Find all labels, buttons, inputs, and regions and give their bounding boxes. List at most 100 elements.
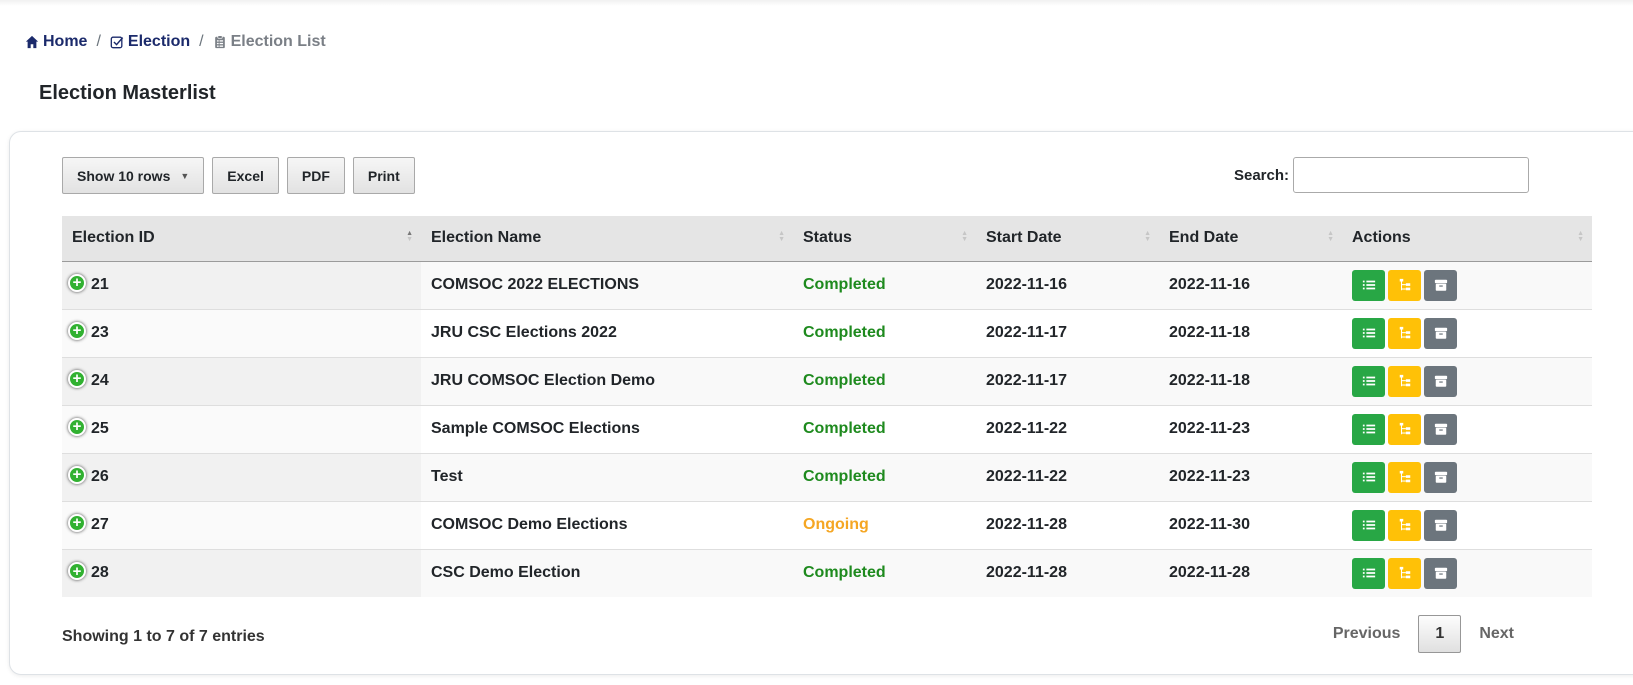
cell-status: Completed [793,356,976,405]
column-header-start-date[interactable]: Start Date ▲ ▼ [976,216,1159,262]
cell-election-id: +27 [62,500,421,549]
view-list-button[interactable] [1352,365,1385,397]
action-buttons [1352,365,1582,397]
archive-button[interactable] [1424,317,1457,349]
cell-election-id: +26 [62,452,421,501]
cell-end-date: 2022-11-30 [1159,500,1342,549]
view-list-button[interactable] [1352,413,1385,445]
archive-icon [1434,470,1448,484]
home-icon [25,35,39,49]
archive-button[interactable] [1424,413,1457,445]
search-input[interactable] [1293,157,1529,193]
archive-icon [1434,278,1448,292]
view-list-button[interactable] [1352,509,1385,541]
expand-row-icon[interactable]: + [68,417,86,436]
sort-icon: ▲ ▼ [961,230,968,243]
page-button-1[interactable]: 1 [1418,615,1462,653]
search-box: Search: [1234,157,1529,193]
expand-row-icon[interactable]: + [68,465,86,484]
pagination: Previous 1 Next [1319,615,1528,653]
view-list-button[interactable] [1352,269,1385,301]
table-info: Showing 1 to 7 of 7 entries [62,628,265,645]
clipboard-list-icon [213,35,227,49]
print-button[interactable]: Print [352,157,415,194]
action-buttons [1352,413,1582,445]
election-table: Election ID ▲ ▼ Election Name ▲ ▼ Status ▲ ▼ S… [62,216,1592,597]
hierarchy-button[interactable] [1388,317,1421,349]
list-icon [1362,278,1376,292]
hierarchy-button[interactable] [1388,269,1421,301]
cell-election-name: COMSOC Demo Elections [421,500,793,549]
breadcrumb: Home / Election / Election List [25,33,326,51]
archive-button[interactable] [1424,269,1457,301]
archive-button[interactable] [1424,509,1457,541]
cell-election-name: Test [421,452,793,501]
sort-icon: ▲ ▼ [406,230,413,243]
table-row[interactable]: +24 JRU COMSOC Election Demo Completed 2022… [62,356,1592,405]
archive-button[interactable] [1424,461,1457,493]
table-row[interactable]: +25 Sample COMSOC Elections Completed 2022-… [62,404,1592,453]
breadcrumb-separator: / [96,33,101,50]
view-list-button[interactable] [1352,461,1385,493]
expand-row-icon[interactable]: + [68,273,86,292]
expand-row-icon[interactable]: + [68,562,86,581]
excel-button[interactable]: Excel [212,157,279,194]
breadcrumb-current-label: Election List [230,33,326,50]
previous-page-button[interactable]: Previous [1319,617,1415,651]
column-header-status[interactable]: Status ▲ ▼ [793,216,976,262]
hierarchy-button[interactable] [1388,509,1421,541]
table-row[interactable]: +28 CSC Demo Election Completed 2022-11-28 2… [62,548,1592,597]
cell-start-date: 2022-11-28 [976,548,1159,597]
cell-actions [1342,548,1592,597]
cell-start-date: 2022-11-16 [976,260,1159,309]
show-rows-dropdown[interactable]: Show 10 rows ▼ [62,157,205,194]
list-icon [1362,326,1376,340]
cell-actions [1342,260,1592,309]
cell-status: Completed [793,452,976,501]
action-buttons [1352,509,1582,541]
table-header-row: Election ID ▲ ▼ Election Name ▲ ▼ Status ▲ ▼ S… [62,216,1592,262]
table-row[interactable]: +21 COMSOC 2022 ELECTIONS Completed 2022-11… [62,260,1592,309]
cell-end-date: 2022-11-18 [1159,356,1342,405]
sort-icon: ▲ ▼ [1327,230,1334,243]
archive-icon [1434,374,1448,388]
next-page-button[interactable]: Next [1465,617,1528,651]
cell-start-date: 2022-11-17 [976,308,1159,357]
breadcrumb-home[interactable]: Home [25,33,87,51]
hierarchy-button[interactable] [1388,365,1421,397]
table-row[interactable]: +27 COMSOC Demo Elections Ongoing 2022-11-2… [62,500,1592,549]
table-row[interactable]: +26 Test Completed 2022-11-22 2022-11-23 [62,452,1592,501]
expand-row-icon[interactable]: + [68,369,86,388]
hierarchy-button[interactable] [1388,413,1421,445]
cell-actions [1342,452,1592,501]
column-header-election-id[interactable]: Election ID ▲ ▼ [62,216,421,262]
list-icon [1362,374,1376,388]
hierarchy-button[interactable] [1388,461,1421,493]
cell-election-id: +24 [62,356,421,405]
column-header-actions[interactable]: Actions ▲ ▼ [1342,216,1592,262]
table-toolbar: Show 10 rows ▼ Excel PDF Print [62,157,415,194]
sitemap-icon [1398,326,1412,340]
cell-election-name: JRU COMSOC Election Demo [421,356,793,405]
cell-election-id: +21 [62,260,421,309]
table-row[interactable]: +23 JRU CSC Elections 2022 Completed 2022-1… [62,308,1592,357]
cell-election-id: +23 [62,308,421,357]
column-header-election-name[interactable]: Election Name ▲ ▼ [421,216,793,262]
breadcrumb-current: Election List [213,33,326,51]
expand-row-icon[interactable]: + [68,513,86,532]
archive-button[interactable] [1424,365,1457,397]
show-rows-label: Show 10 rows [77,167,171,184]
hierarchy-button[interactable] [1388,557,1421,589]
pdf-button[interactable]: PDF [286,157,345,194]
view-list-button[interactable] [1352,557,1385,589]
breadcrumb-separator: / [199,33,204,50]
breadcrumb-election[interactable]: Election [110,33,190,51]
cell-actions [1342,308,1592,357]
action-buttons [1352,557,1582,589]
table-body: +21 COMSOC 2022 ELECTIONS Completed 2022-11… [62,260,1592,597]
list-icon [1362,566,1376,580]
column-header-end-date[interactable]: End Date ▲ ▼ [1159,216,1342,262]
archive-button[interactable] [1424,557,1457,589]
expand-row-icon[interactable]: + [68,321,86,340]
view-list-button[interactable] [1352,317,1385,349]
